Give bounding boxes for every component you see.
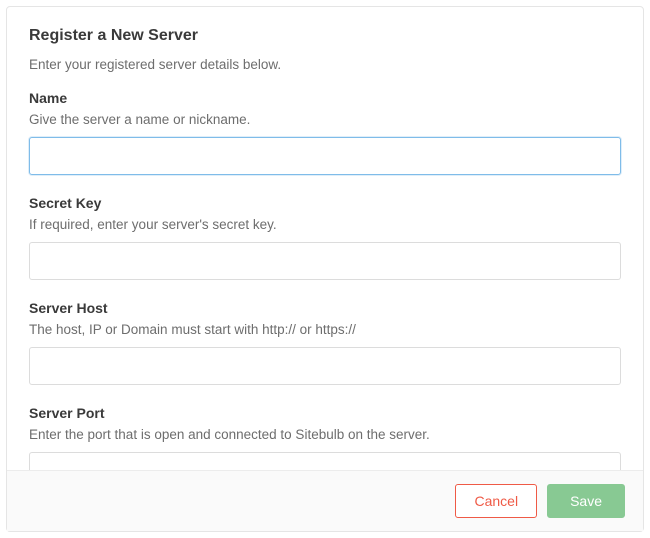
server-port-label: Server Port <box>29 405 621 421</box>
modal-title: Register a New Server <box>29 27 621 45</box>
server-host-help: The host, IP or Domain must start with h… <box>29 322 621 337</box>
server-host-label: Server Host <box>29 300 621 316</box>
secret-key-input[interactable] <box>29 242 621 280</box>
register-server-modal: Register a New Server Enter your registe… <box>6 6 644 532</box>
field-secret-key: Secret Key If required, enter your serve… <box>29 195 621 280</box>
modal-body: Register a New Server Enter your registe… <box>7 7 643 470</box>
server-port-input[interactable] <box>29 452 621 470</box>
save-button[interactable]: Save <box>547 484 625 518</box>
modal-footer: Cancel Save <box>7 470 643 531</box>
name-input[interactable] <box>29 137 621 175</box>
secret-key-label: Secret Key <box>29 195 621 211</box>
cancel-button[interactable]: Cancel <box>455 484 537 518</box>
secret-key-help: If required, enter your server's secret … <box>29 217 621 232</box>
field-name: Name Give the server a name or nickname. <box>29 90 621 175</box>
field-server-port: Server Port Enter the port that is open … <box>29 405 621 470</box>
server-port-help: Enter the port that is open and connecte… <box>29 427 621 442</box>
modal-subtitle: Enter your registered server details bel… <box>29 57 621 72</box>
name-label: Name <box>29 90 621 106</box>
name-help: Give the server a name or nickname. <box>29 112 621 127</box>
server-host-input[interactable] <box>29 347 621 385</box>
field-server-host: Server Host The host, IP or Domain must … <box>29 300 621 385</box>
